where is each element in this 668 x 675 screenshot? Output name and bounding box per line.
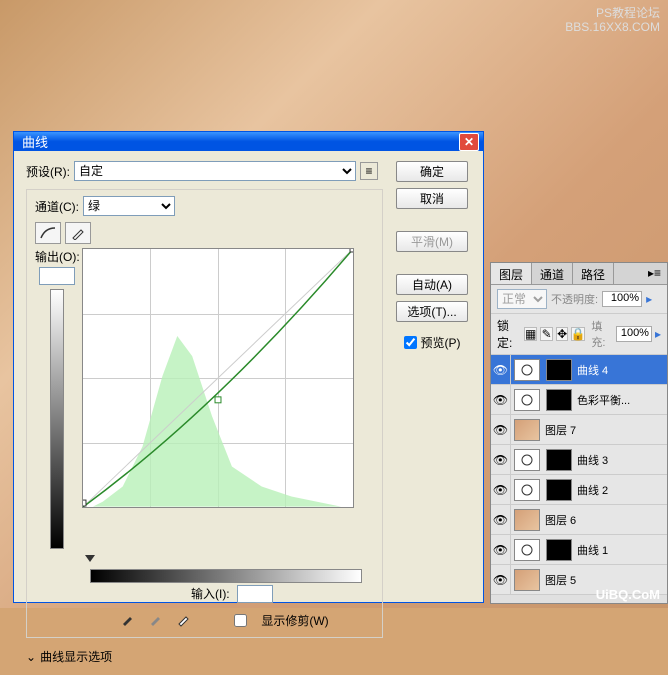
lock-transparency-icon[interactable]: ▦ [524, 327, 537, 341]
preset-select[interactable]: 自定 [74, 161, 356, 181]
auto-button[interactable]: 自动(A) [396, 274, 468, 295]
layer-mask-thumbnail [546, 479, 572, 501]
layer-row[interactable]: 👁 色彩平衡... [491, 385, 667, 415]
layer-name-label: 图层 5 [543, 572, 667, 588]
visibility-eye-icon[interactable]: 👁 [491, 445, 511, 475]
layer-name-label: 曲线 1 [575, 542, 667, 558]
layers-list: 👁 曲线 4 👁 色彩平衡... 👁 图层 7 👁 曲线 3 👁 曲线 2 👁 图层 6 👁 曲线 1 👁 图… [491, 355, 667, 603]
layer-row[interactable]: 👁 曲线 1 [491, 535, 667, 565]
visibility-eye-icon[interactable]: 👁 [491, 475, 511, 505]
layer-name-label: 曲线 3 [575, 452, 667, 468]
dialog-title: 曲线 [18, 132, 459, 151]
input-field[interactable] [237, 585, 273, 603]
cancel-button[interactable]: 取消 [396, 188, 468, 209]
layer-row[interactable]: 👁 曲线 3 [491, 445, 667, 475]
opacity-arrow-icon[interactable]: ▸ [646, 292, 652, 306]
vertical-gradient [50, 289, 64, 549]
horizontal-gradient [90, 569, 362, 583]
preview-label: 预览(P) [421, 334, 461, 351]
visibility-eye-icon[interactable]: 👁 [491, 385, 511, 415]
pencil-tool-icon[interactable] [65, 222, 91, 244]
layers-panel: 图层 通道 路径 ▸≡ 正常 不透明度: 100% ▸ 锁定: ▦ ✎ ✥ 🔒 … [490, 262, 668, 604]
preview-checkbox[interactable] [404, 336, 417, 349]
opacity-label: 不透明度: [551, 291, 598, 307]
layer-name-label: 图层 6 [543, 512, 667, 528]
titlebar[interactable]: 曲线 ✕ [14, 132, 483, 151]
layer-row[interactable]: 👁 图层 7 [491, 415, 667, 445]
panel-menu-icon[interactable]: ▸≡ [648, 266, 661, 281]
lock-move-icon[interactable]: ✥ [556, 327, 569, 341]
layer-mask-thumbnail [546, 359, 572, 381]
fill-label: 填充: [591, 318, 613, 350]
layer-row[interactable]: 👁 曲线 4 [491, 355, 667, 385]
show-clipping-checkbox[interactable] [234, 614, 247, 627]
layer-mask-thumbnail [546, 389, 572, 411]
output-field[interactable] [39, 267, 75, 285]
close-icon[interactable]: ✕ [459, 133, 479, 151]
fill-arrow-icon[interactable]: ▸ [655, 327, 661, 341]
layer-thumbnail [514, 569, 540, 591]
layer-mask-thumbnail [546, 449, 572, 471]
opacity-field[interactable]: 100% [602, 291, 642, 307]
chevron-down-icon[interactable]: ⌄ [26, 650, 36, 664]
input-label: 输入(I): [191, 587, 230, 601]
layer-thumbnail [514, 359, 540, 381]
lock-all-icon[interactable]: 🔒 [571, 327, 585, 341]
blend-mode-select[interactable]: 正常 [497, 289, 547, 309]
layer-thumbnail [514, 389, 540, 411]
visibility-eye-icon[interactable]: 👁 [491, 535, 511, 565]
lock-label: 锁定: [497, 317, 521, 351]
visibility-eye-icon[interactable]: 👁 [491, 415, 511, 445]
curve-tool-icon[interactable] [35, 222, 61, 244]
channel-select[interactable]: 绿 [83, 196, 175, 216]
preset-label: 预设(R): [26, 163, 70, 180]
layer-mask-thumbnail [546, 539, 572, 561]
layer-name-label: 色彩平衡... [575, 392, 667, 408]
layer-thumbnail [514, 479, 540, 501]
curve-graph[interactable] [82, 248, 354, 508]
show-clipping-label: 显示修剪(W) [261, 612, 328, 629]
tab-channels[interactable]: 通道 [532, 263, 573, 284]
eyedropper-white-icon[interactable] [176, 611, 194, 629]
smooth-button[interactable]: 平滑(M) [396, 231, 468, 252]
channel-label: 通道(C): [35, 198, 79, 215]
slider-handle[interactable] [85, 555, 95, 562]
watermark-bottom: UiBQ.CoM [596, 587, 660, 602]
tab-layers[interactable]: 图层 [491, 263, 532, 284]
layer-row[interactable]: 👁 曲线 2 [491, 475, 667, 505]
ok-button[interactable]: 确定 [396, 161, 468, 182]
curves-dialog: 曲线 ✕ 预设(R): 自定 ≡ 通道(C): 绿 [13, 131, 484, 603]
layer-row[interactable]: 👁 图层 6 [491, 505, 667, 535]
tab-paths[interactable]: 路径 [573, 263, 614, 284]
eyedropper-black-icon[interactable] [120, 611, 138, 629]
options-button[interactable]: 选项(T)... [396, 301, 468, 322]
fill-field[interactable]: 100% [616, 326, 652, 342]
layer-name-label: 曲线 2 [575, 482, 667, 498]
expand-label[interactable]: 曲线显示选项 [40, 648, 112, 665]
layer-name-label: 曲线 4 [575, 362, 667, 378]
preset-menu-icon[interactable]: ≡ [360, 162, 378, 180]
layer-thumbnail [514, 539, 540, 561]
visibility-eye-icon[interactable]: 👁 [491, 355, 511, 385]
visibility-eye-icon[interactable]: 👁 [491, 565, 511, 595]
eyedropper-gray-icon[interactable] [148, 611, 166, 629]
curve-line [83, 249, 353, 507]
visibility-eye-icon[interactable]: 👁 [491, 505, 511, 535]
watermark-top: PS教程论坛 BBS.16XX8.COM [565, 6, 660, 34]
lock-paint-icon[interactable]: ✎ [540, 327, 553, 341]
layer-thumbnail [514, 449, 540, 471]
layer-name-label: 图层 7 [543, 422, 667, 438]
layer-thumbnail [514, 509, 540, 531]
output-label: 输出(O): [35, 248, 80, 265]
layer-thumbnail [514, 419, 540, 441]
